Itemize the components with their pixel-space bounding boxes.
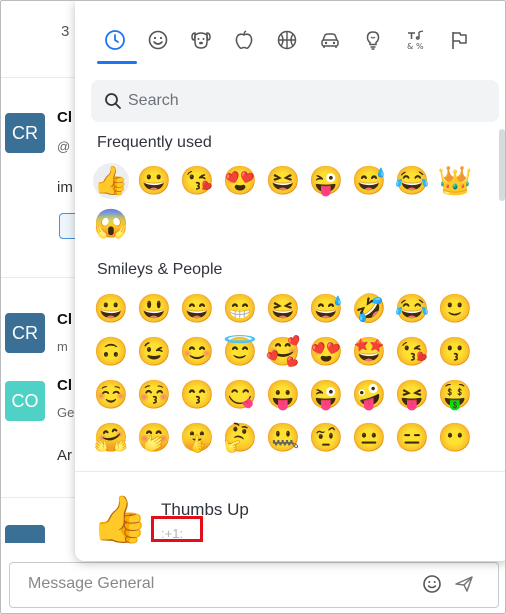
emoji-button[interactable]: 😆: [265, 163, 301, 199]
emoji-button[interactable]: 😶: [437, 420, 473, 456]
emoji-button[interactable]: 🤣: [351, 291, 387, 327]
unread-count: 3: [61, 23, 70, 40]
avatar[interactable]: CR: [5, 313, 45, 353]
emoji-button[interactable]: 😁: [222, 291, 258, 327]
search-input[interactable]: Search: [91, 80, 499, 122]
emoji-button[interactable]: 😚: [136, 377, 172, 413]
preview-emoji: 👍: [91, 493, 149, 545]
emoji-button[interactable]: 😙: [179, 377, 215, 413]
emoji-button[interactable]: 😜: [308, 163, 344, 199]
scrollbar[interactable]: [499, 129, 505, 201]
lightbulb-icon[interactable]: [360, 27, 386, 53]
car-icon[interactable]: [317, 27, 343, 53]
emoji-button[interactable]: 😅: [308, 291, 344, 327]
emoji-button[interactable]: 😆: [265, 291, 301, 327]
apple-icon[interactable]: [231, 27, 257, 53]
emoji-button[interactable]: ☺️: [93, 377, 129, 413]
section-title: Smileys & People: [97, 261, 223, 278]
emoji-button[interactable]: 😀: [93, 291, 129, 327]
search-icon: [104, 92, 122, 110]
emoji-button[interactable]: 😍: [222, 163, 258, 199]
emoji-button[interactable]: 🤫: [179, 420, 215, 456]
emoji-button[interactable]: 🤔: [222, 420, 258, 456]
message-composer[interactable]: Message General: [9, 562, 499, 608]
basketball-icon[interactable]: [274, 27, 300, 53]
emoji-button[interactable]: 🤐: [265, 420, 301, 456]
emoji-button[interactable]: 🤑: [437, 377, 473, 413]
symbols-icon[interactable]: &%: [403, 27, 429, 53]
emoji-button[interactable]: 😜: [308, 377, 344, 413]
sender-name[interactable]: Cl: [57, 109, 72, 126]
emoji-button[interactable]: 😂: [394, 163, 430, 199]
emoji-button[interactable]: 😉: [136, 334, 172, 370]
emoji-button[interactable]: 🤪: [351, 377, 387, 413]
emoji-button[interactable]: 😐: [351, 420, 387, 456]
emoji-button[interactable]: 🥰: [265, 334, 301, 370]
sender-name[interactable]: Cl: [57, 311, 72, 328]
sender-handle: @: [57, 139, 71, 154]
emoji-button[interactable]: 🤩: [351, 334, 387, 370]
sender-handle: Ge: [57, 405, 75, 420]
composer-placeholder[interactable]: Message General: [28, 575, 154, 593]
svg-text:&: &: [407, 42, 413, 51]
avatar[interactable]: [5, 525, 45, 543]
emoji-button[interactable]: 😄: [179, 291, 215, 327]
flag-icon[interactable]: [446, 27, 472, 53]
emoji-button[interactable]: 👍: [93, 163, 129, 199]
emoji-button[interactable]: 😗: [437, 334, 473, 370]
emoji-button[interactable]: 😝: [394, 377, 430, 413]
emoji-button[interactable]: 😱: [93, 206, 129, 242]
emoji-button[interactable]: 😀: [136, 163, 172, 199]
emoji-button[interactable]: 😘: [394, 334, 430, 370]
emoji-button[interactable]: 🤗: [93, 420, 129, 456]
emoji-button[interactable]: 😃: [136, 291, 172, 327]
emoji-button[interactable]: 🙃: [93, 334, 129, 370]
sender-handle: m: [57, 339, 68, 354]
avatar[interactable]: CR: [5, 113, 45, 153]
avatar[interactable]: CO: [5, 381, 45, 421]
svg-text:%: %: [416, 42, 424, 51]
sender-name[interactable]: Cl: [57, 377, 72, 394]
emoji-button[interactable]: 🤨: [308, 420, 344, 456]
emoji-preview: 👍 Thumbs Up :+1:: [75, 471, 505, 561]
smiley-icon[interactable]: [145, 27, 171, 53]
dog-icon[interactable]: [188, 27, 214, 53]
search-placeholder[interactable]: Search: [128, 92, 179, 110]
message-text: Ar: [57, 447, 72, 464]
emoji-button[interactable]: 😊: [179, 334, 215, 370]
emoji-button[interactable]: 😅: [351, 163, 387, 199]
message-text: im: [57, 179, 73, 196]
emoji-button[interactable]: 😘: [179, 163, 215, 199]
active-tab-indicator: [97, 61, 137, 64]
emoji-button[interactable]: 😛: [265, 377, 301, 413]
emoji-button[interactable]: 😇: [222, 334, 258, 370]
emoji-button[interactable]: 🤭: [136, 420, 172, 456]
shortcode-highlight-box: [151, 516, 203, 542]
emoji-picker: &% Search Frequently used 👍 😀 😘 😍 😆 😜 😅 😂 👑 😱 Smi…: [75, 1, 505, 561]
emoji-button[interactable]: 😋: [222, 377, 258, 413]
smiley-icon[interactable]: [422, 574, 442, 594]
emoji-button[interactable]: 🙂: [437, 291, 473, 327]
emoji-button[interactable]: 😍: [308, 334, 344, 370]
send-icon[interactable]: [454, 574, 474, 594]
emoji-button[interactable]: 😂: [394, 291, 430, 327]
emoji-button[interactable]: 😑: [394, 420, 430, 456]
clock-icon[interactable]: [102, 27, 128, 53]
section-title: Frequently used: [97, 134, 212, 151]
emoji-button[interactable]: 👑: [437, 163, 473, 199]
chat-window: 3 CR Cl @ im CR Cl m CO Cl Ge Ar Message…: [0, 0, 506, 614]
category-tabs: &%: [75, 1, 505, 65]
